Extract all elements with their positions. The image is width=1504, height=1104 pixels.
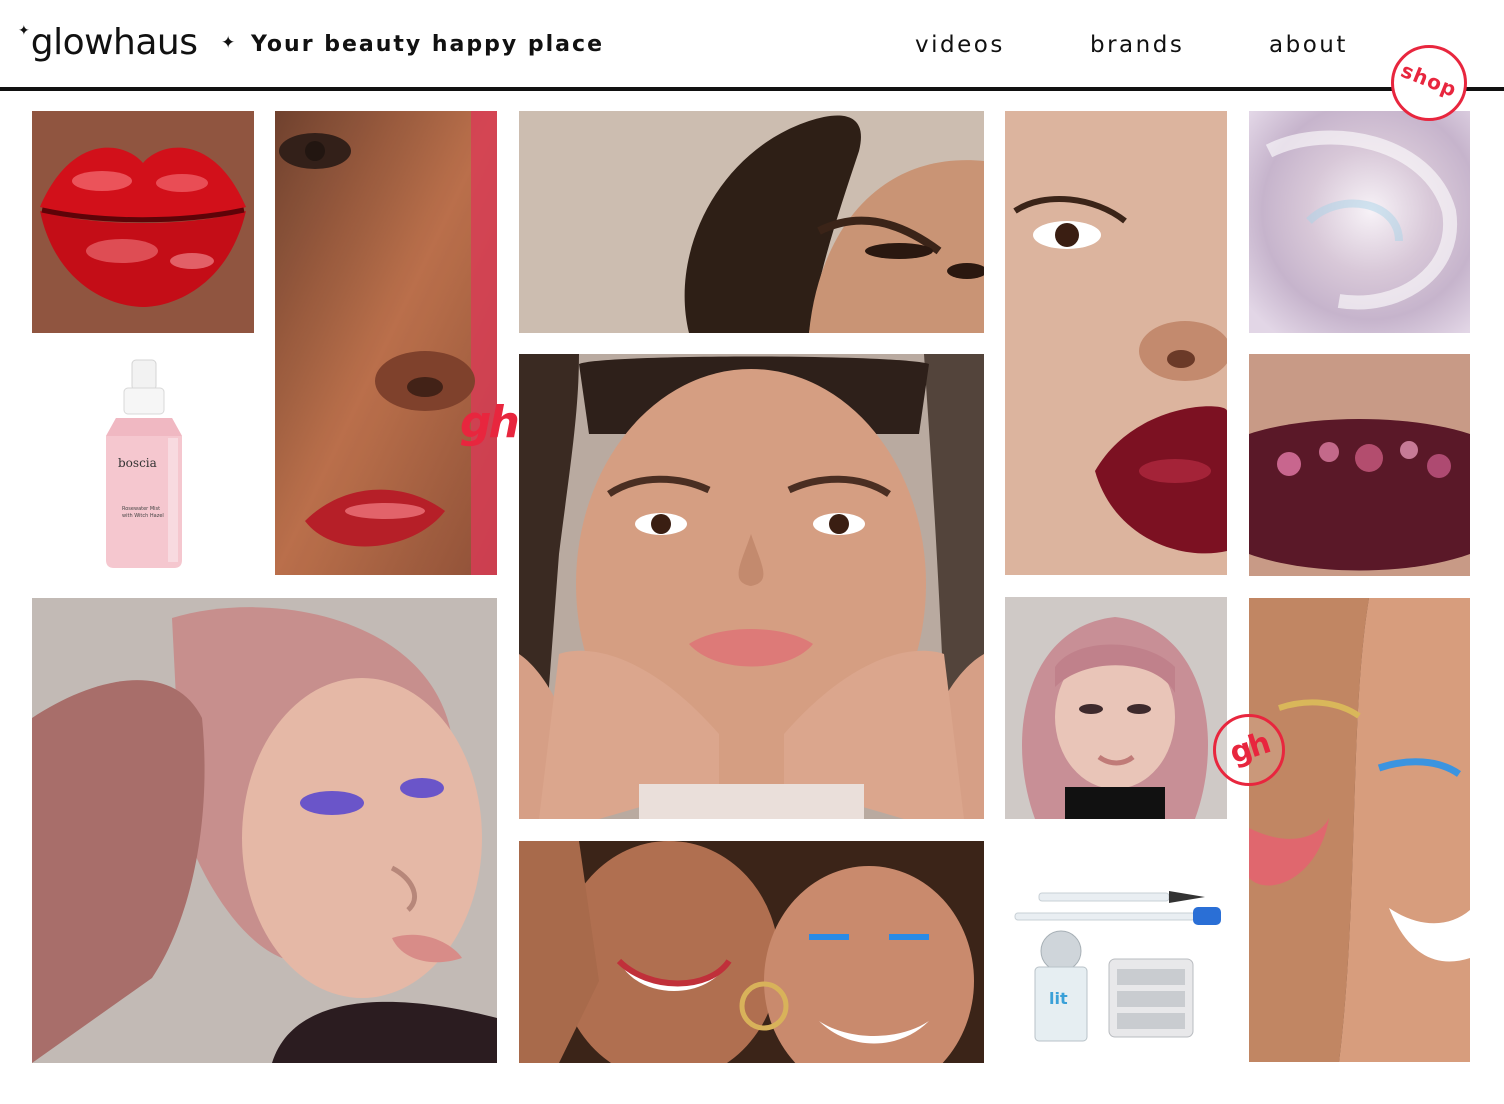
- photo-face-closeup: [275, 111, 497, 575]
- tile-pink-bangs-portrait[interactable]: [1005, 597, 1227, 819]
- shop-button[interactable]: shop: [1391, 45, 1467, 121]
- logo-wordmark: glowhaus: [30, 22, 198, 63]
- photo-red-lips: [32, 111, 254, 333]
- tile-curly-hair-squint[interactable]: [519, 111, 984, 333]
- photo-curly-hair: [519, 111, 984, 333]
- tile-laughing-friends[interactable]: [519, 841, 984, 1063]
- site-logo[interactable]: ✦ glowhaus: [18, 18, 198, 68]
- boscia-brand-label: boscia: [118, 456, 157, 470]
- tile-holo-swirl[interactable]: [1249, 111, 1470, 333]
- tile-red-gloss-lips[interactable]: [32, 111, 254, 333]
- boscia-product-line2: with Witch Hazel: [122, 513, 164, 519]
- tile-bokeh-lips[interactable]: [1249, 354, 1470, 576]
- tile-glossy-lip-closeup[interactable]: [275, 111, 497, 575]
- photo-glitter-lip: [1005, 111, 1227, 575]
- site-tagline: Your beauty happy place: [251, 32, 604, 57]
- photo-laughing-friends: [519, 841, 984, 1063]
- tile-boscia-product[interactable]: boscia Rosewater Mist with Witch Hazel: [32, 354, 254, 576]
- tile-friends-glitter-eyes[interactable]: [1249, 598, 1470, 1062]
- photo-bokeh-lip: [1249, 354, 1470, 576]
- lit-brand-label: lit: [1049, 989, 1068, 1008]
- gh-badge-text: gh: [1225, 725, 1273, 771]
- photo-pink-bangs: [1005, 597, 1227, 819]
- nav-brands-link[interactable]: brands: [1090, 30, 1184, 60]
- photo-pink-hair-smile: [32, 598, 497, 1063]
- nav-about-link[interactable]: about: [1269, 30, 1348, 60]
- photo-holo-texture: [1249, 111, 1470, 333]
- tile-pink-hair-portrait[interactable]: [32, 598, 497, 1063]
- tile-hero-portrait[interactable]: [519, 354, 984, 819]
- tile-lit-glitter-kit[interactable]: lit: [1005, 841, 1227, 1063]
- site-header: ✦ glowhaus ✦ Your beauty happy place vid…: [0, 0, 1504, 92]
- shop-label: shop: [1397, 57, 1461, 103]
- gh-badge-logo: gh: [1213, 714, 1285, 786]
- sparkle-icon: ✦: [18, 23, 30, 39]
- gh-script-logo: gh: [460, 397, 520, 448]
- tile-freckles-glitter-lip[interactable]: [1005, 111, 1227, 575]
- photo-friends-closeup: [1249, 598, 1470, 1062]
- boscia-product-line1: Rosewater Mist: [122, 506, 161, 512]
- photo-hero-portrait: [519, 354, 984, 819]
- photo-lit-kit: [1005, 841, 1227, 1063]
- nav-videos-link[interactable]: videos: [915, 30, 1005, 60]
- header-divider: [0, 87, 1504, 91]
- sparkle-icon: ✦: [221, 33, 236, 53]
